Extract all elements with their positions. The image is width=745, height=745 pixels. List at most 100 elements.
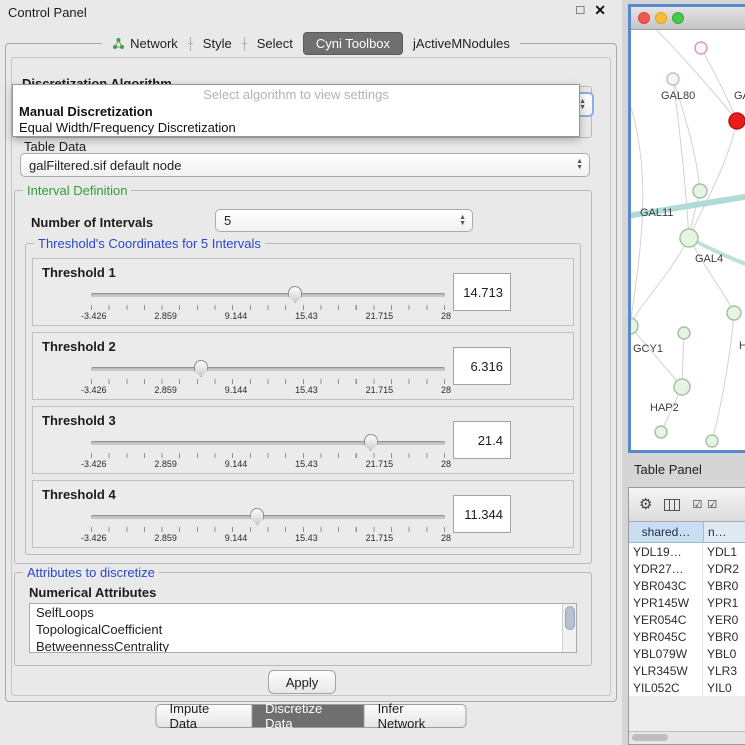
network-node[interactable] [727,306,741,320]
dropdown-placeholder: Select algorithm to view settings [13,85,579,104]
threshold-4-row: Threshold 4 -3.4262.8599.14415.4321.7152… [32,480,574,548]
threshold-3-slider[interactable]: -3.4262.8599.14415.4321.71528 [91,433,445,471]
table-row[interactable]: YDL19…YDL1 [629,543,745,560]
table-row[interactable]: YPR145WYPR1 [629,594,745,611]
threshold-1-label: Threshold 1 [42,265,116,280]
table-data-label: Table Data [24,139,86,154]
apply-button[interactable]: Apply [268,670,336,694]
network-node[interactable] [693,184,707,198]
slider-track[interactable] [91,293,445,297]
network-node[interactable] [631,318,638,334]
threshold-1-slider[interactable]: -3.4262.8599.14415.4321.71528 [91,285,445,323]
top-tab-bar: Network Style Select Cyni Toolbox jActiv… [0,30,622,57]
tab-network[interactable]: Network [102,32,188,55]
network-node[interactable] [695,42,707,54]
table-row[interactable]: YIL052CYIL0 [629,679,745,696]
table-row[interactable]: YDR27…YDR2 [629,560,745,577]
network-canvas[interactable]: GAL80 GA GAL11 GAL4 GCY1 H HAP2 [631,30,745,453]
column-header-shared-name[interactable]: shared… [629,522,704,542]
select-checkboxes-icon[interactable]: ☑ ☑ [692,498,718,511]
column-header-name[interactable]: n… [704,522,745,542]
network-node[interactable] [680,229,698,247]
close-icon[interactable]: ✕ [594,3,606,17]
slider-track[interactable] [91,441,445,445]
table-row[interactable]: YBL079WYBL0 [629,645,745,662]
threshold-4-value[interactable]: 11.344 [453,495,511,533]
node-label: GCY1 [633,343,663,355]
slider-thumb[interactable] [250,508,264,525]
tab-jactivemnodules[interactable]: jActiveMNodules [403,32,520,55]
slider-ticks [91,379,445,384]
tab-impute-data[interactable]: Impute Data [156,704,253,728]
node-label: GA [734,90,745,102]
close-light-icon[interactable] [638,12,650,24]
tab-cyni-toolbox[interactable]: Cyni Toolbox [303,32,403,55]
table-data-select[interactable]: galFiltered.sif default node ▲▼ [20,153,590,177]
network-node[interactable] [674,379,690,395]
slider-scale: -3.4262.8599.14415.4321.71528 [81,385,451,395]
network-tab-icon [112,37,125,50]
list-item[interactable]: BetweennessCentrality [30,638,576,653]
node-label: GAL80 [661,90,695,102]
threshold-4-label: Threshold 4 [42,487,116,502]
slider-thumb[interactable] [288,286,302,303]
bottom-tab-bar: Impute Data Discretize Data Infer Networ… [156,704,467,728]
tab-style[interactable]: Style [193,32,242,55]
network-node[interactable] [655,426,667,438]
threshold-3-row: Threshold 3 -3.4262.8599.14415.4321.7152… [32,406,574,474]
float-icon[interactable]: □ [576,3,584,17]
interval-definition-group: Interval Definition Number of Intervals … [14,190,592,564]
dropdown-item-equal-width-frequency[interactable]: Equal Width/Frequency Discretization [13,120,579,136]
columns-icon[interactable] [664,499,680,511]
slider-scale: -3.4262.8599.14415.4321.71528 [81,311,451,321]
network-node[interactable] [706,435,718,447]
node-label: HAP2 [650,402,679,414]
list-scrollbar[interactable] [562,604,576,652]
network-node[interactable] [678,327,690,339]
horizontal-scrollbar[interactable] [629,731,745,744]
minimize-light-icon[interactable] [655,12,667,24]
gear-icon[interactable]: ⚙ [639,497,652,513]
threshold-3-value[interactable]: 21.4 [453,421,511,459]
threshold-2-label: Threshold 2 [42,339,116,354]
table-row[interactable]: YBR045CYBR0 [629,628,745,645]
network-node[interactable] [667,73,679,85]
tab-discretize-data[interactable]: Discretize Data [252,704,364,728]
zoom-light-icon[interactable] [672,12,684,24]
threshold-1-value[interactable]: 14.713 [453,273,511,311]
tab-select[interactable]: Select [247,32,303,55]
slider-track[interactable] [91,515,445,519]
titlebar: Control Panel □ ✕ [0,0,622,24]
tab-infer-network[interactable]: Infer Network [365,704,467,728]
scrollbar-thumb[interactable] [565,606,575,630]
list-item[interactable]: SelfLoops [30,604,576,621]
slider-ticks [91,305,445,310]
network-window-titlebar[interactable] [631,7,745,30]
numerical-attributes-label: Numerical Attributes [29,585,156,600]
slider-thumb[interactable] [364,434,378,451]
threshold-2-slider[interactable]: -3.4262.8599.14415.4321.71528 [91,359,445,397]
slider-scale: -3.4262.8599.14415.4321.71528 [81,533,451,543]
threshold-4-slider[interactable]: -3.4262.8599.14415.4321.71528 [91,507,445,545]
attributes-group-title: Attributes to discretize [23,565,159,580]
slider-thumb[interactable] [194,360,208,377]
network-node-selected[interactable] [729,113,745,129]
dropdown-item-manual-discretization[interactable]: Manual Discretization [13,104,579,120]
thresholds-group: Threshold's Coordinates for 5 Intervals … [25,243,581,555]
table-panel-header: Table Panel [622,456,745,482]
network-view-window: GAL80 GA GAL11 GAL4 GCY1 H HAP2 [628,4,745,453]
scrollbar-thumb[interactable] [632,734,668,741]
control-panel-window: Control Panel □ ✕ Network Style Select C… [0,0,623,745]
table-header-row: shared… n… [629,522,745,543]
slider-track[interactable] [91,367,445,371]
tab-separator [190,37,191,51]
table-row[interactable]: YLR345WYLR3 [629,662,745,679]
thresholds-group-title: Threshold's Coordinates for 5 Intervals [34,236,265,251]
number-of-intervals-select[interactable]: 5 ▲▼ [215,209,473,232]
threshold-2-value[interactable]: 6.316 [453,347,511,385]
slider-ticks [91,453,445,458]
list-item[interactable]: TopologicalCoefficient [30,621,576,638]
table-row[interactable]: YBR043CYBR0 [629,577,745,594]
table-row[interactable]: YER054CYER0 [629,611,745,628]
threshold-3-label: Threshold 3 [42,413,116,428]
